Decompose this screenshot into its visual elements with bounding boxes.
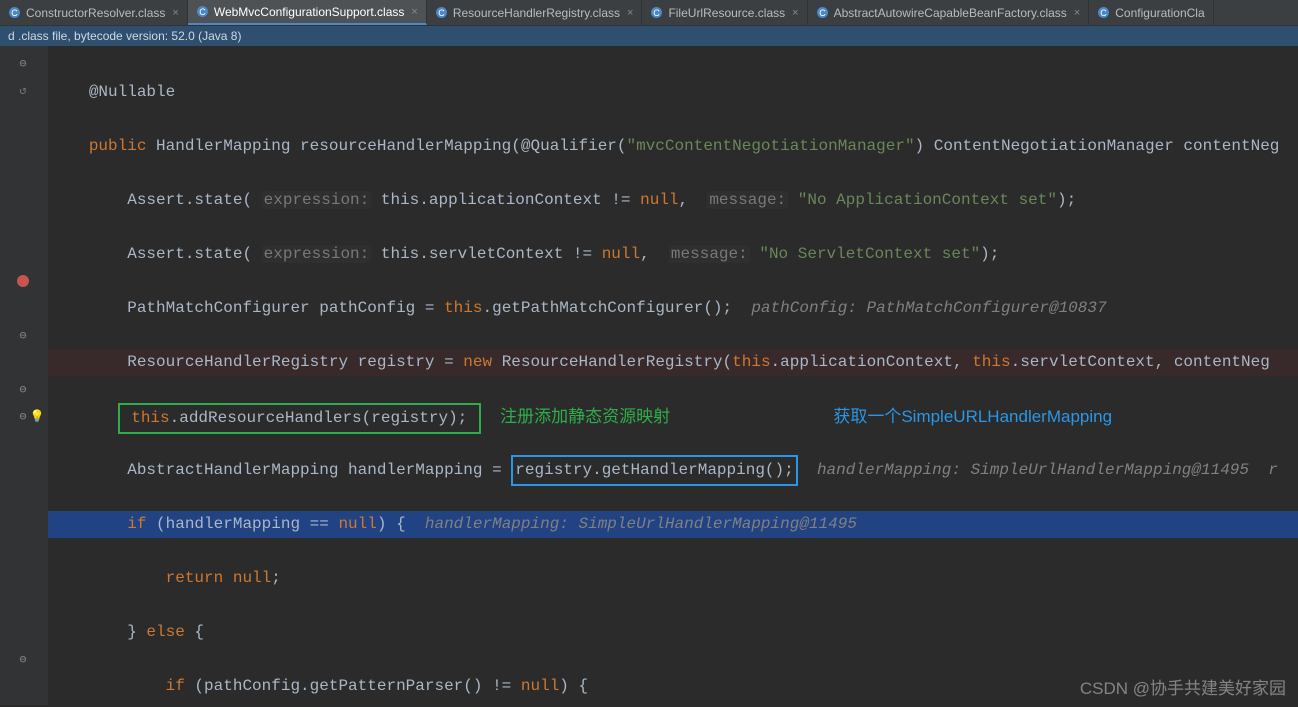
class-icon: C: [196, 5, 209, 18]
svg-text:C: C: [199, 7, 206, 17]
annotation-green: 注册添加静态资源映射: [500, 403, 670, 430]
fold-icon[interactable]: ⊖: [16, 652, 30, 666]
code-line: this.addResourceHandlers(registry); 注册添加…: [60, 403, 1298, 430]
blue-highlight-box: registry.getHandlerMapping();: [511, 455, 797, 486]
bulb-icon[interactable]: 💡: [30, 409, 44, 423]
tab-label: ConfigurationCla: [1115, 6, 1204, 20]
code-line: @Nullable: [60, 79, 1298, 106]
class-icon: C: [8, 6, 21, 19]
fold-icon[interactable]: ⊖: [16, 382, 30, 396]
svg-text:C: C: [654, 8, 661, 18]
close-icon[interactable]: ×: [172, 7, 178, 19]
code-line: if (pathConfig.getPatternParser() != nul…: [60, 673, 1298, 700]
tab-label: ConstructorResolver.class: [26, 6, 165, 20]
fold-icon[interactable]: ⊖: [16, 56, 30, 70]
tab-webmvc-config[interactable]: C WebMvcConfigurationSupport.class ×: [188, 0, 427, 25]
code-line: AbstractHandlerMapping handlerMapping = …: [60, 457, 1298, 484]
tab-configuration-cla[interactable]: C ConfigurationCla: [1089, 0, 1213, 25]
tab-label: ResourceHandlerRegistry.class: [453, 6, 620, 20]
svg-text:C: C: [438, 8, 445, 18]
close-icon[interactable]: ×: [1074, 7, 1080, 19]
code-line: PathMatchConfigurer pathConfig = this.ge…: [60, 295, 1298, 322]
code-line: Assert.state( expression: this.applicati…: [60, 187, 1298, 214]
svg-text:C: C: [11, 8, 18, 18]
tab-constructor-resolver[interactable]: C ConstructorResolver.class ×: [0, 0, 188, 25]
editor[interactable]: ⊖ ↺ ⊖ ⊖ 💡 ⊖ ⊖ @Nullable public HandlerMa…: [0, 46, 1298, 705]
class-icon: C: [650, 6, 663, 19]
fold-icon[interactable]: ⊖: [16, 328, 30, 342]
close-icon[interactable]: ×: [792, 7, 798, 19]
code-line: if (handlerMapping == null) { handlerMap…: [60, 511, 1298, 538]
code-line: public HandlerMapping resourceHandlerMap…: [60, 133, 1298, 160]
code-line: } else {: [60, 619, 1298, 646]
green-highlight-box: this.addResourceHandlers(registry);: [118, 403, 481, 434]
class-icon: C: [1097, 6, 1110, 19]
close-icon[interactable]: ×: [411, 6, 417, 18]
tab-bar: C ConstructorResolver.class × C WebMvcCo…: [0, 0, 1298, 26]
tab-abstract-autowire[interactable]: C AbstractAutowireCapableBeanFactory.cla…: [808, 0, 1090, 25]
code-line: return null;: [60, 565, 1298, 592]
svg-text:C: C: [819, 8, 826, 18]
tab-fileurl-resource[interactable]: C FileUrlResource.class ×: [642, 0, 807, 25]
override-icon[interactable]: ↺: [16, 83, 30, 97]
bytecode-info: d .class file, bytecode version: 52.0 (J…: [8, 29, 241, 43]
code-area[interactable]: @Nullable public HandlerMapping resource…: [48, 46, 1298, 705]
code-line: ResourceHandlerRegistry registry = new R…: [60, 349, 1298, 376]
file-info-bar: d .class file, bytecode version: 52.0 (J…: [0, 26, 1298, 46]
tab-resource-handler-registry[interactable]: C ResourceHandlerRegistry.class ×: [427, 0, 643, 25]
tab-label: WebMvcConfigurationSupport.class: [214, 5, 405, 19]
class-icon: C: [435, 6, 448, 19]
close-icon[interactable]: ×: [627, 7, 633, 19]
fold-icon[interactable]: ⊖: [16, 409, 30, 423]
tab-label: AbstractAutowireCapableBeanFactory.class: [834, 6, 1067, 20]
code-line: Assert.state( expression: this.servletCo…: [60, 241, 1298, 268]
gutter[interactable]: ⊖ ↺ ⊖ ⊖ 💡 ⊖ ⊖: [0, 46, 48, 705]
breakpoint-icon[interactable]: [16, 274, 30, 288]
class-icon: C: [816, 6, 829, 19]
svg-text:C: C: [1101, 8, 1108, 18]
annotation-blue: 获取一个SimpleURLHandlerMapping: [833, 403, 1112, 430]
tab-label: FileUrlResource.class: [668, 6, 785, 20]
